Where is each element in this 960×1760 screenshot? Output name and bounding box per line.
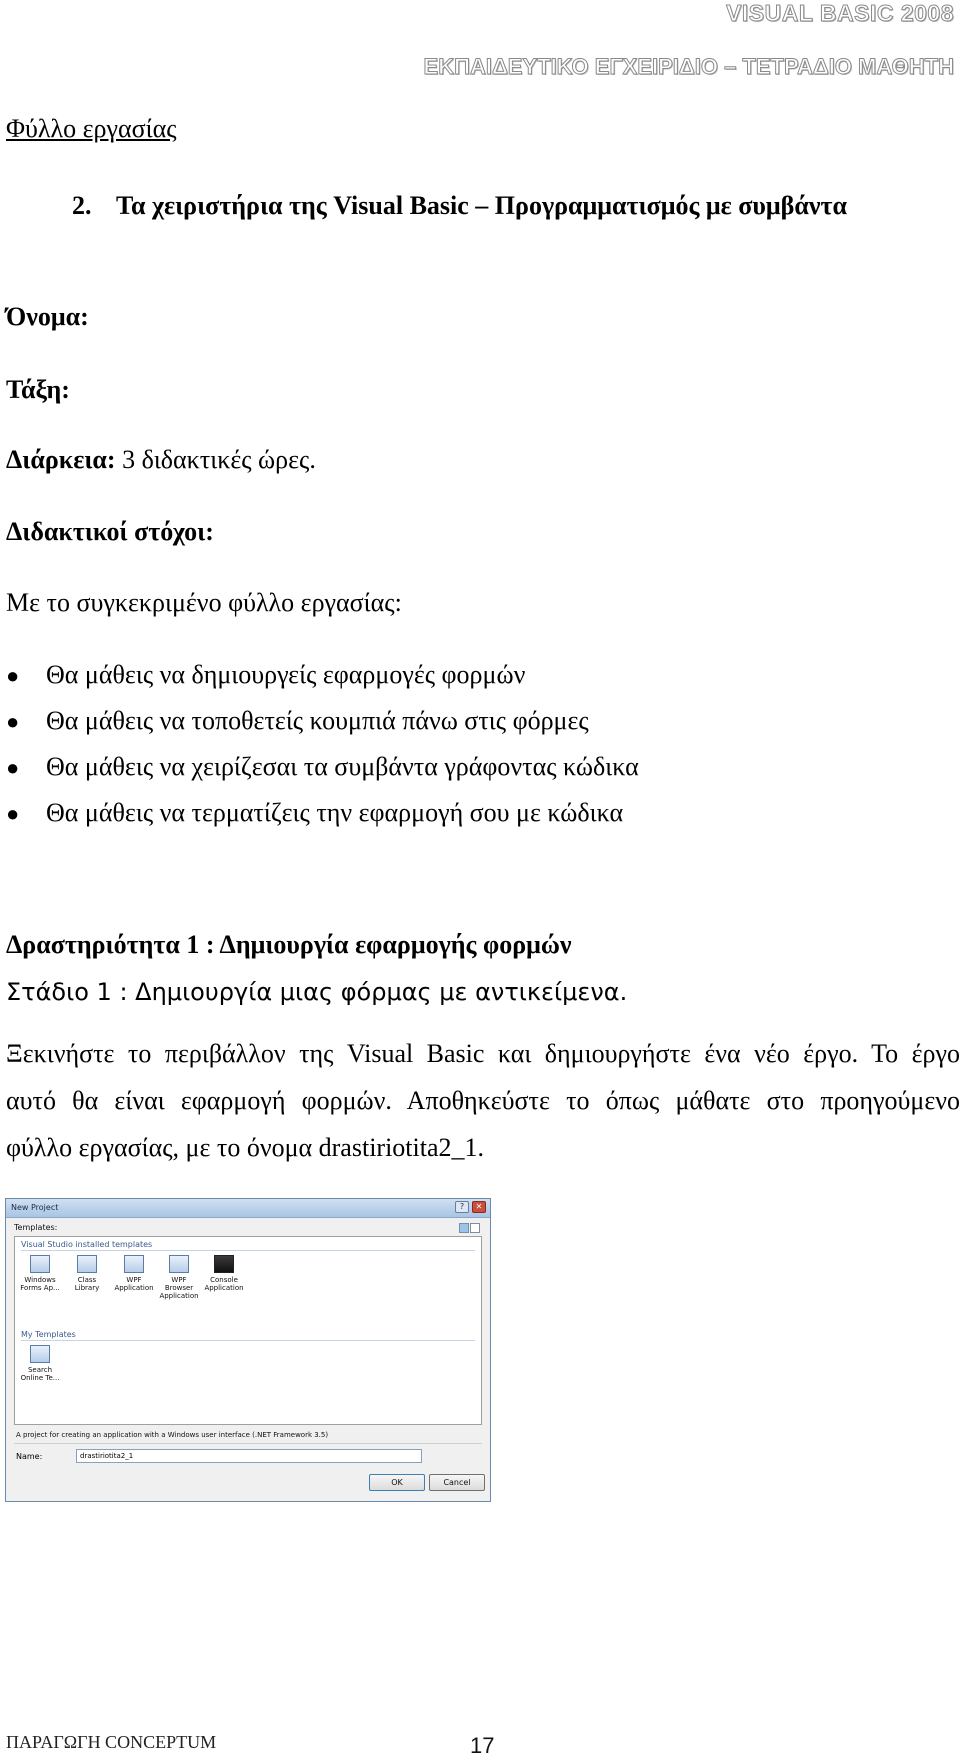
large-icons-view-icon[interactable] bbox=[459, 1223, 469, 1233]
console-application-icon bbox=[214, 1255, 234, 1273]
my-templates-group: My Templates bbox=[21, 1330, 76, 1339]
header-subtitle: ΕΚΠΑΙΔΕΥΤΙΚΟ ΕΓΧΕΙΡΙΔΙΟ – ΤΕΤΡΑΔΙΟ ΜΑΘΗΤ… bbox=[423, 54, 954, 80]
template-windows-forms[interactable]: Windows Forms Ap... bbox=[18, 1255, 62, 1292]
objective-item: ● Θα μάθεις να χειρίζεσαι τα συμβάντα γρά… bbox=[6, 752, 639, 781]
template-console[interactable]: Console Application bbox=[202, 1255, 246, 1292]
objective-item: ● Θα μάθεις να τοποθετείς κουμπιά πάνω στ… bbox=[6, 706, 589, 735]
windows-forms-icon bbox=[30, 1255, 50, 1273]
dialog-divider bbox=[14, 1443, 482, 1444]
template-description: A project for creating an application wi… bbox=[16, 1431, 329, 1439]
activity-stage: Στάδιο 1 : Δημιουργία μιας φόρμας με αντ… bbox=[6, 978, 628, 1006]
dialog-title: New Project bbox=[11, 1203, 59, 1212]
objectives-heading: Διδακτικοί στόχοι: bbox=[6, 517, 214, 546]
bullet-icon: ● bbox=[6, 801, 20, 826]
objectives-intro: Με το συγκεκριμένο φύλλο εργασίας: bbox=[6, 588, 402, 617]
page-number: 17 bbox=[470, 1733, 495, 1758]
search-online-icon bbox=[30, 1345, 50, 1363]
templates-label: Templates: bbox=[14, 1223, 58, 1232]
templates-list: Visual Studio installed templates Window… bbox=[14, 1236, 482, 1425]
duration-line: Διάρκεια: 3 διδακτικές ώρες. bbox=[6, 445, 316, 475]
activity-paragraph: Ξεκινήστε το περιβάλλον της Visual Basic… bbox=[6, 1030, 960, 1171]
objective-item: ● Θα μάθεις να δημιουργείς εφαρμογές φορμ… bbox=[6, 660, 526, 689]
ok-button[interactable]: OK bbox=[369, 1474, 425, 1491]
group-divider bbox=[21, 1340, 475, 1341]
header-title: VISUAL BASIC 2008 bbox=[726, 0, 954, 27]
installed-templates-group: Visual Studio installed templates bbox=[21, 1240, 153, 1249]
class-field-label: Τάξη: bbox=[6, 375, 70, 404]
title-number: 2. bbox=[72, 191, 92, 220]
view-toggle bbox=[458, 1223, 482, 1234]
project-name-label: Name: bbox=[16, 1452, 43, 1461]
duration-label: Διάρκεια: bbox=[6, 445, 116, 474]
help-button[interactable]: ? bbox=[455, 1201, 469, 1213]
close-button[interactable]: ✕ bbox=[472, 1201, 486, 1213]
bullet-icon: ● bbox=[6, 709, 20, 734]
dialog-titlebar: New Project ? ✕ bbox=[6, 1199, 490, 1218]
worksheet-label: Φύλλο εργασίας bbox=[6, 114, 177, 143]
footer-producer: ΠΑΡΑΓΩΓΗ CONCEPTUM bbox=[6, 1732, 217, 1752]
template-wpf-application[interactable]: WPF Application bbox=[112, 1255, 156, 1292]
project-name-input[interactable]: drastiriotita2_1 bbox=[76, 1449, 422, 1463]
cancel-button[interactable]: Cancel bbox=[429, 1474, 485, 1491]
wpf-application-icon bbox=[124, 1255, 144, 1273]
template-class-library[interactable]: Class Library bbox=[65, 1255, 109, 1292]
group-divider bbox=[21, 1250, 475, 1251]
name-field-label: Όνομα: bbox=[6, 302, 89, 331]
activity-heading: Δραστηριότητα 1 : Δημιουργία εφαρμογής φ… bbox=[6, 930, 572, 959]
paragraph-line: Ξεκινήστε το περιβάλλον της Visual Basic… bbox=[6, 1039, 960, 1068]
new-project-dialog: New Project ? ✕ Templates: Visual Studio… bbox=[5, 1198, 491, 1502]
duration-value: 3 διδακτικές ώρες. bbox=[115, 445, 316, 474]
title-text: Τα χειριστήρια της Visual Basic – Προγρα… bbox=[116, 191, 847, 220]
paragraph-line: φύλλο εργασίας, με το όνομα drastiriotit… bbox=[6, 1133, 485, 1162]
bullet-icon: ● bbox=[6, 663, 20, 688]
worksheet-title: 2. Τα χειριστήρια της Visual Basic – Προγ… bbox=[72, 191, 847, 221]
bullet-icon: ● bbox=[6, 755, 20, 780]
template-wpf-browser[interactable]: WPF Browser Application bbox=[157, 1255, 201, 1300]
small-icons-view-icon[interactable] bbox=[470, 1223, 480, 1233]
template-search-online[interactable]: Search Online Te... bbox=[18, 1345, 62, 1382]
objective-item: ● Θα μάθεις να τερματίζεις την εφαρμογή σ… bbox=[6, 798, 624, 827]
wpf-browser-icon bbox=[169, 1255, 189, 1273]
paragraph-line: αυτό θα είναι εφαρμογή φορμών. Αποθηκεύσ… bbox=[6, 1086, 960, 1115]
class-library-icon bbox=[77, 1255, 97, 1273]
